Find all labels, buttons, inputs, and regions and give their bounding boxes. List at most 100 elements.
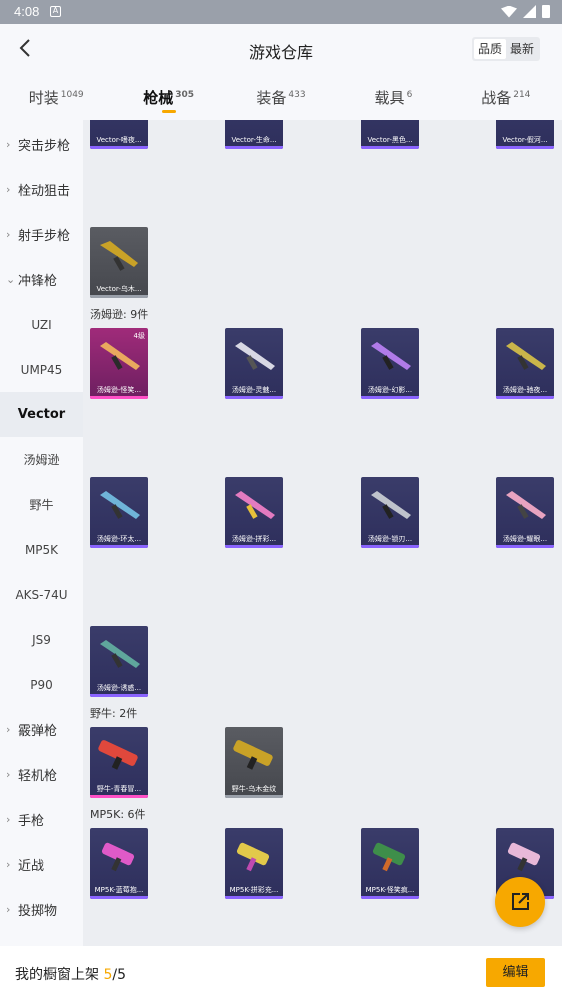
share-button[interactable] — [495, 877, 545, 927]
weapon-card[interactable]: MP5K-蓝莓抱... — [90, 828, 148, 899]
sidebar-item-label: 投掷物 — [18, 904, 58, 919]
status-bar: 4:08 A — [0, 0, 562, 24]
sidebar-item-tommy[interactable]: 汤姆逊 — [0, 437, 83, 482]
tab-vehicles[interactable]: 载具 6 — [337, 74, 449, 120]
weapon-card-label: 汤姆逊-拼彩... — [231, 535, 277, 543]
rarity-bar — [225, 795, 283, 798]
weapon-card[interactable]: Vector-假河... — [496, 120, 554, 149]
sidebar-item-bolt-sniper[interactable]: › 栓动狙击 — [0, 167, 83, 212]
external-link-icon — [512, 893, 529, 910]
sidebar-item-label: 栓动狙击 — [18, 184, 71, 199]
sidebar-item-p90[interactable]: P90 — [0, 662, 83, 707]
rarity-bar — [90, 146, 148, 149]
signal-icon — [523, 5, 536, 18]
sidebar-item-assault-rifle[interactable]: › 突击步枪 — [0, 121, 83, 167]
rarity-bar — [361, 896, 419, 899]
weapon-card[interactable]: 野牛-青春冒... — [90, 727, 148, 798]
weapon-card-label: 汤姆逊-锁刃... — [367, 535, 413, 543]
rarity-bar — [90, 694, 148, 697]
chevron-right-icon: › — [6, 858, 11, 871]
tab-equipment[interactable]: 装备 433 — [225, 74, 337, 120]
weapon-card-label: 汤姆逊-怪笑... — [96, 386, 142, 394]
weapon-card-label: 野牛-乌木金纹 — [231, 785, 277, 793]
sidebar-item-label: 霰弹枪 — [18, 724, 58, 739]
weapon-card-label: 汤姆逊-幻影... — [367, 386, 413, 394]
sidebar-item-label: 轻机枪 — [18, 769, 58, 784]
tab-supplies[interactable]: 战备 214 — [450, 74, 562, 120]
weapon-card[interactable]: Vector-黑色... — [361, 120, 419, 149]
weapon-card[interactable]: Vector-嗜夜... — [90, 120, 148, 149]
edit-button[interactable]: 编辑 — [486, 958, 545, 987]
tab-label: 装备 — [256, 89, 287, 107]
sidebar-item-aks74u[interactable]: AKS-74U — [0, 572, 83, 617]
sidebar-item-melee[interactable]: › 近战 — [0, 842, 83, 887]
sidebar-item-pistol[interactable]: › 手枪 — [0, 797, 83, 842]
weapon-card[interactable]: 汤姆逊-锁刃... — [361, 477, 419, 548]
sidebar-item-uzi[interactable]: UZI — [0, 302, 83, 347]
weapon-card-label: Vector-黑色... — [367, 136, 413, 144]
tab-count: 433 — [288, 90, 306, 100]
weapon-card-label: Vector-乌木... — [96, 285, 142, 293]
tab-guns[interactable]: 枪械 305 — [112, 74, 224, 120]
rarity-bar — [496, 396, 554, 399]
chevron-right-icon: › — [6, 813, 11, 826]
tab-fashion[interactable]: 时装 1049 — [0, 74, 112, 120]
chevron-right-icon: › — [6, 903, 11, 916]
weapon-card[interactable]: 4级 汤姆逊-怪笑... — [90, 328, 148, 399]
rarity-bar — [361, 146, 419, 149]
rarity-bar — [90, 896, 148, 899]
weapon-card[interactable]: 汤姆逊-环太... — [90, 477, 148, 548]
sidebar-item-ump45[interactable]: UMP45 — [0, 347, 83, 392]
sidebar-item-shotgun[interactable]: › 霰弹枪 — [0, 707, 83, 752]
weapon-card[interactable]: Vector-乌木... — [90, 227, 148, 298]
sidebar-item-label: 手枪 — [18, 814, 45, 829]
chevron-right-icon: › — [6, 723, 11, 736]
tab-label: 枪械 — [143, 89, 174, 107]
weapon-card[interactable]: 汤姆逊-灵魅... — [225, 328, 283, 399]
tab-count: 1049 — [60, 90, 84, 100]
sidebar-item-dmr[interactable]: › 射手步枪 — [0, 212, 83, 257]
weapon-card[interactable]: Vector-生命... — [225, 120, 283, 149]
weapon-grid: Vector-嗜夜... Vector-生命... Vector-黑色... V… — [83, 120, 562, 946]
sidebar-item-smg[interactable]: ⌄ 冲锋枪 — [0, 257, 83, 302]
weapon-card[interactable]: 汤姆逊-诱惑... — [90, 626, 148, 697]
rarity-bar — [90, 545, 148, 548]
tab-label: 战备 — [481, 89, 512, 107]
rarity-bar — [225, 545, 283, 548]
chevron-right-icon: › — [6, 137, 11, 151]
sidebar-item-bizon[interactable]: 野牛 — [0, 482, 83, 527]
rarity-bar — [90, 795, 148, 798]
rarity-bar — [90, 295, 148, 298]
tab-count: 6 — [406, 90, 413, 100]
weapon-card[interactable]: 汤姆逊-幻影... — [361, 328, 419, 399]
sidebar-item-label: 射手步枪 — [18, 229, 71, 244]
sidebar-item-throwable[interactable]: › 投掷物 — [0, 887, 83, 932]
sort-newest-button[interactable]: 最新 — [506, 39, 538, 59]
weapon-card[interactable]: MP5K-怪笑疯... — [361, 828, 419, 899]
bottom-bar: 我的橱窗上架 5/5 编辑 — [0, 946, 562, 999]
weapon-card[interactable]: 野牛-乌木金纹 — [225, 727, 283, 798]
sidebar-item-lmg[interactable]: › 轻机枪 — [0, 752, 83, 797]
weapon-card[interactable]: MP5K-拼彩充... — [225, 828, 283, 899]
rarity-bar — [225, 146, 283, 149]
sidebar-item-vector[interactable]: Vector — [0, 392, 83, 437]
weapon-card[interactable]: 汤姆逊-耀眼... — [496, 477, 554, 548]
header: 游戏仓库 品质 最新 — [0, 24, 562, 74]
level-badge: 4级 — [133, 332, 145, 340]
weapon-card[interactable]: 汤姆逊-拼彩... — [225, 477, 283, 548]
chevron-right-icon: › — [6, 228, 11, 241]
sidebar-item-mp5k[interactable]: MP5K — [0, 527, 83, 572]
weapon-card-label: 汤姆逊-环太... — [96, 535, 142, 543]
sort-quality-button[interactable]: 品质 — [473, 39, 506, 59]
weapon-card-label: Vector-嗜夜... — [96, 136, 142, 144]
weapon-card-label: 汤姆逊-灵魅... — [231, 386, 277, 394]
sort-toggle: 品质 最新 — [471, 37, 540, 61]
sidebar-item-label: 近战 — [18, 859, 45, 874]
weapon-card[interactable]: 汤姆逊-驰夜... — [496, 328, 554, 399]
showcase-label: 我的橱窗上架 — [15, 967, 104, 983]
weapon-card-label: Vector-生命... — [231, 136, 277, 144]
sidebar-item-js9[interactable]: JS9 — [0, 617, 83, 662]
weapon-card-label: MP5K-怪笑疯... — [365, 886, 415, 894]
weapon-sidebar: › 突击步枪 › 栓动狙击 › 射手步枪 ⌄ 冲锋枪 UZI UMP45 Vector … — [0, 120, 83, 946]
section-title-bizon: 野牛: 2件 — [90, 707, 138, 720]
